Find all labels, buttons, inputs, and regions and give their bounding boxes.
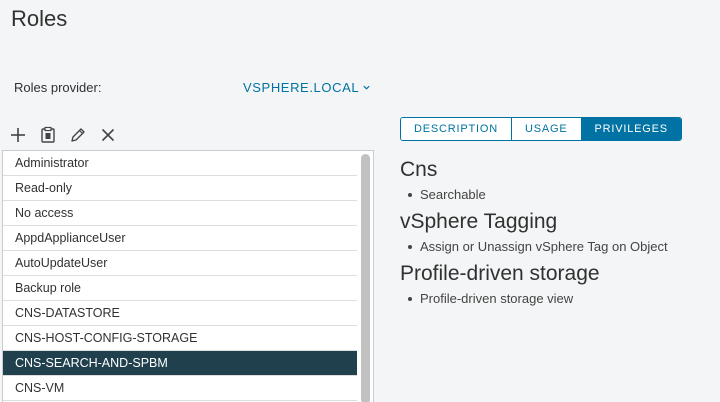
roles-toolbar xyxy=(6,124,120,146)
privilege-group-title: Cns xyxy=(400,158,438,181)
chevron-down-icon xyxy=(363,85,370,90)
privilege-item: Searchable xyxy=(408,186,710,204)
tab-usage[interactable]: USAGE xyxy=(510,118,581,140)
clone-role-button[interactable] xyxy=(36,124,60,146)
role-item-read-only[interactable]: Read-only xyxy=(3,176,359,201)
delete-role-button[interactable] xyxy=(96,124,120,146)
privilege-group-title: vSphere Tagging xyxy=(400,210,558,233)
role-item-administrator[interactable]: Administrator xyxy=(3,151,359,176)
plus-icon xyxy=(11,128,25,142)
privileges-panel: Cns Searchable vSphere Tagging Assign or… xyxy=(400,158,710,314)
privilege-group-cns: Cns Searchable xyxy=(400,158,710,204)
privilege-item: Assign or Unassign vSphere Tag on Object xyxy=(408,238,710,256)
role-item-backup-role[interactable]: Backup role xyxy=(3,276,359,301)
roles-provider-value: VSPHERE.LOCAL xyxy=(243,80,360,95)
privilege-item: Profile-driven storage view xyxy=(408,290,710,308)
privilege-group-title: Profile-driven storage xyxy=(400,262,600,285)
role-item-cns-datastore[interactable]: CNS-DATASTORE xyxy=(3,301,359,326)
close-icon xyxy=(101,128,115,142)
role-item-appd-appliance-user[interactable]: AppdApplianceUser xyxy=(3,226,359,251)
roles-list-scrollbar[interactable] xyxy=(357,151,373,402)
add-role-button[interactable] xyxy=(6,124,30,146)
clipboard-icon xyxy=(41,126,55,143)
page-title: Roles xyxy=(11,6,68,31)
roles-provider-label: Roles provider: xyxy=(14,80,102,95)
role-item-cns-vm[interactable]: CNS-VM xyxy=(3,376,359,401)
role-item-cns-search-and-spbm[interactable]: CNS-SEARCH-AND-SPBM xyxy=(3,351,359,376)
tab-privileges[interactable]: PRIVILEGES xyxy=(580,118,681,140)
privilege-group-vsphere-tagging: vSphere Tagging Assign or Unassign vSphe… xyxy=(400,210,710,256)
role-item-cns-host-config-storage[interactable]: CNS-HOST-CONFIG-STORAGE xyxy=(3,326,359,351)
scrollbar-thumb[interactable] xyxy=(361,154,370,402)
edit-role-button[interactable] xyxy=(66,124,90,146)
role-detail-tabs: DESCRIPTION USAGE PRIVILEGES xyxy=(400,117,682,141)
tab-description[interactable]: DESCRIPTION xyxy=(401,118,511,140)
role-item-auto-update-user[interactable]: AutoUpdateUser xyxy=(3,251,359,276)
pencil-icon xyxy=(71,128,85,142)
roles-list: Administrator Read-only No access AppdAp… xyxy=(2,150,374,402)
role-item-no-access[interactable]: No access xyxy=(3,201,359,226)
privilege-group-profile-driven-storage: Profile-driven storage Profile-driven st… xyxy=(400,262,710,308)
roles-provider-dropdown[interactable]: VSPHERE.LOCAL xyxy=(243,80,371,95)
